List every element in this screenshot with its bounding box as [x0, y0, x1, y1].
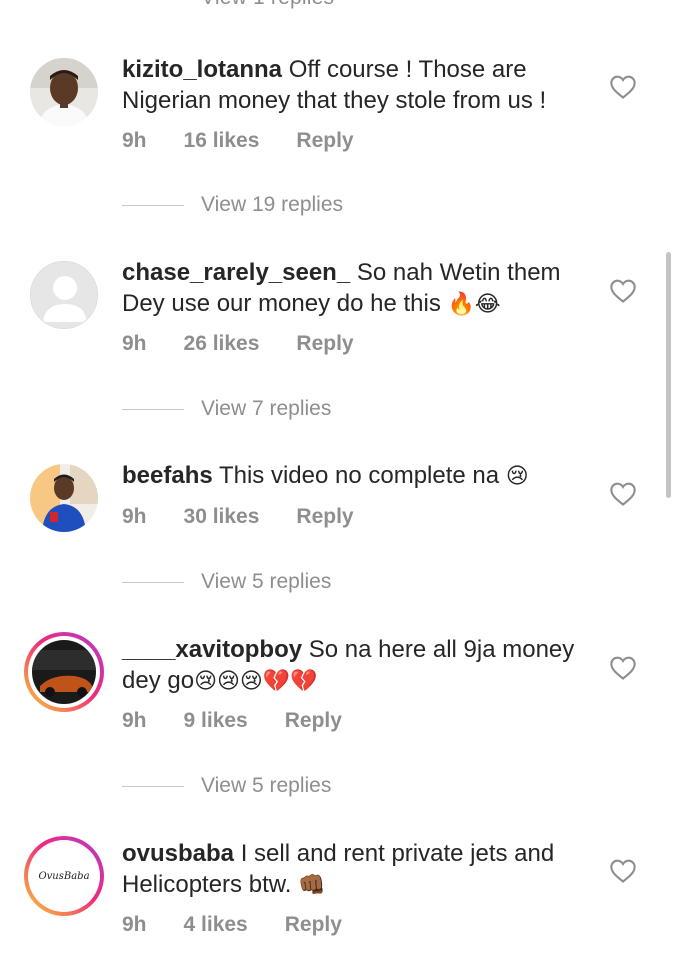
comment-time: 9h	[122, 913, 147, 936]
heart-outline-icon[interactable]	[609, 655, 637, 681]
view-replies-label: View 5 replies	[201, 570, 332, 593]
view-replies-label: View 19 replies	[201, 193, 344, 216]
view-replies-link[interactable]: View 1 replies	[201, 0, 334, 10]
avatar[interactable]	[30, 58, 98, 126]
avatar: OvusBaba	[32, 844, 96, 908]
reply-button[interactable]: Reply	[296, 332, 353, 356]
reply-button[interactable]: Reply	[296, 505, 353, 529]
comment-emojis: 😢	[505, 464, 529, 489]
replies-divider	[122, 408, 184, 410]
comment-username[interactable]: ____xavitopboy	[122, 636, 302, 663]
avatar-photo	[30, 464, 98, 532]
comment-text: ____xavitopboy So na here all 9ja money …	[122, 634, 602, 697]
heart-outline-icon[interactable]	[609, 74, 637, 100]
replies-divider	[122, 785, 184, 787]
default-avatar-icon	[31, 262, 97, 328]
avatar-logo-text: OvusBaba	[38, 870, 90, 882]
comment-meta: 9h 30 likes Reply	[122, 505, 391, 529]
comment-time: 9h	[122, 709, 147, 732]
view-replies-link[interactable]: View 5 replies	[122, 570, 331, 594]
reply-button[interactable]: Reply	[296, 129, 353, 153]
comment-likes[interactable]: 16 likes	[184, 129, 260, 153]
comment-likes[interactable]: 26 likes	[184, 332, 260, 356]
reply-button[interactable]: Reply	[285, 709, 342, 733]
avatar-photo	[32, 640, 96, 704]
comment-meta: 9h 16 likes Reply	[122, 129, 391, 153]
heart-outline-icon[interactable]	[609, 858, 637, 884]
comment-username[interactable]: ovusbaba	[122, 840, 234, 867]
heart-outline-icon[interactable]	[609, 278, 637, 304]
avatar-story-ring[interactable]	[24, 632, 104, 712]
comment-likes[interactable]: 9 likes	[184, 709, 248, 733]
scrollbar[interactable]	[666, 252, 671, 498]
comment-text: chase_rarely_seen_ So nah Wetin them Dey…	[122, 257, 602, 320]
comment-time: 9h	[122, 129, 147, 152]
comment-meta: 9h 4 likes Reply	[122, 913, 379, 937]
reply-button[interactable]: Reply	[285, 913, 342, 937]
comment-emojis: 😢😢😢💔💔	[194, 669, 318, 694]
replies-divider	[122, 204, 184, 206]
comment-meta: 9h 26 likes Reply	[122, 332, 391, 356]
avatar[interactable]	[30, 261, 98, 329]
comment-time: 9h	[122, 505, 147, 528]
avatar-photo	[30, 58, 98, 126]
comment-meta: 9h 9 likes Reply	[122, 709, 379, 733]
comment-username[interactable]: kizito_lotanna	[122, 56, 282, 83]
avatar-story-ring[interactable]: OvusBaba	[24, 836, 104, 916]
avatar[interactable]	[30, 464, 98, 532]
view-replies-label: View 7 replies	[201, 397, 332, 420]
comment-emojis: 🔥😂	[447, 292, 501, 317]
comment-likes[interactable]: 4 likes	[184, 913, 248, 937]
comment-text: ovusbaba I sell and rent private jets an…	[122, 838, 602, 901]
avatar-inner: OvusBaba	[28, 840, 100, 912]
comment-text: kizito_lotanna Off course ! Those are Ni…	[122, 54, 602, 116]
replies-divider	[122, 581, 184, 583]
view-replies-link[interactable]: View 19 replies	[122, 193, 343, 217]
comment-text: beefahs This video no complete na 😢	[122, 460, 602, 492]
view-replies-link[interactable]: View 5 replies	[122, 774, 331, 798]
view-replies-label: View 5 replies	[201, 774, 332, 797]
comment-time: 9h	[122, 332, 147, 355]
comment-likes[interactable]: 30 likes	[184, 505, 260, 529]
view-replies-link[interactable]: View 7 replies	[122, 397, 331, 421]
avatar-inner	[28, 636, 100, 708]
comment-username[interactable]: beefahs	[122, 462, 213, 489]
heart-outline-icon[interactable]	[609, 481, 637, 507]
comment-username[interactable]: chase_rarely_seen_	[122, 259, 350, 286]
comment-emojis: 👊🏾	[298, 873, 326, 898]
avatar	[32, 640, 96, 704]
comment-body: This video no complete na	[218, 462, 500, 489]
